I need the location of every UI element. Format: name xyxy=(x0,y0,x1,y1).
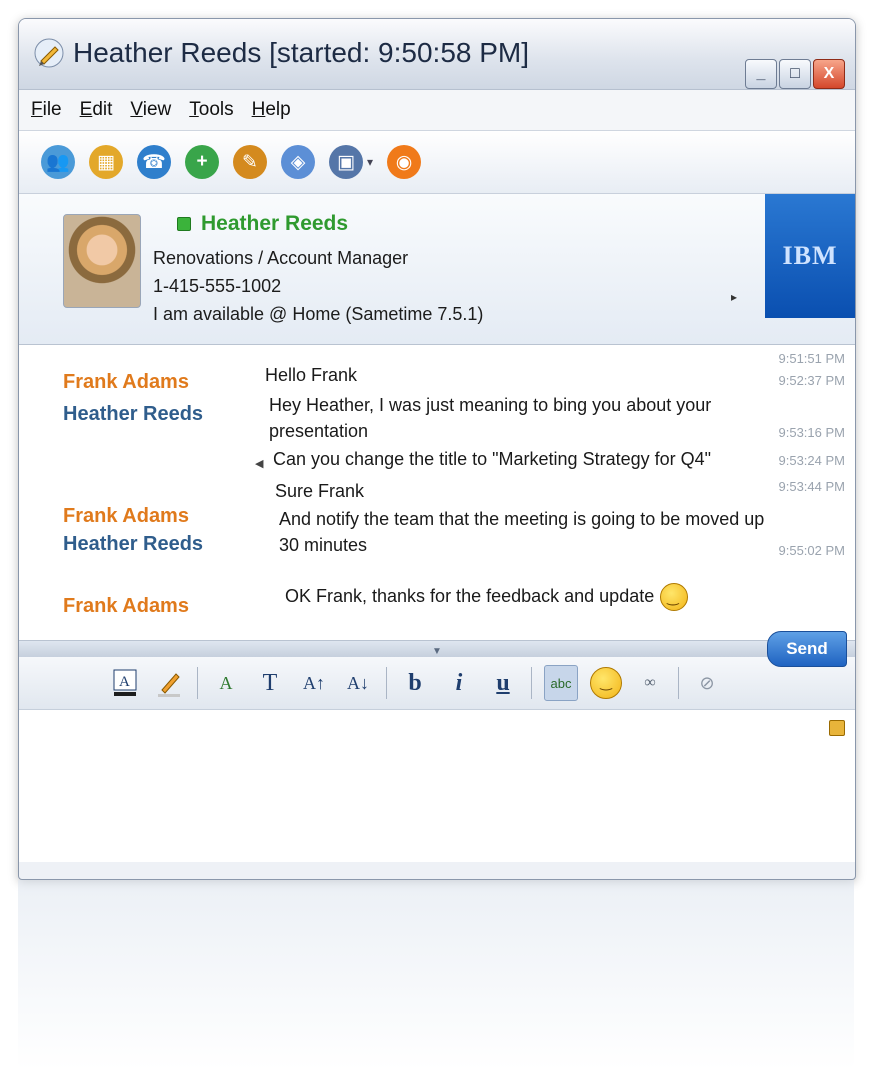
window-title: Heather Reeds [started: 9:50:58 PM] xyxy=(73,37,530,68)
underline-button[interactable]: u xyxy=(487,666,519,700)
message-text: Can you change the title to "Marketing S… xyxy=(273,449,712,469)
expand-arrow-icon[interactable]: ▸ xyxy=(731,290,737,304)
menu-tools[interactable]: Tools xyxy=(189,99,233,121)
emoticon-picker-icon[interactable]: ‿ xyxy=(590,667,622,699)
sender-name: Frank Adams xyxy=(63,595,189,617)
meeting-icon[interactable]: ▦ xyxy=(89,145,123,179)
contacts-icon[interactable]: 👥 xyxy=(41,145,75,179)
contact-name-text: Heather Reeds xyxy=(201,212,349,235)
minimize-button[interactable]: _ xyxy=(745,59,777,89)
close-button[interactable]: X xyxy=(813,59,845,89)
record-icon[interactable]: ◉ xyxy=(387,145,422,179)
timestamp: 9:53:16 PM xyxy=(778,425,846,440)
send-button[interactable]: Send xyxy=(767,631,847,667)
window-reflection xyxy=(18,880,854,1070)
share-icon[interactable]: ✎ xyxy=(233,145,267,179)
ibm-logo: IBM xyxy=(765,194,855,318)
attach-paperclip-icon[interactable]: ⊘ xyxy=(691,666,723,700)
message-text: Hey Heather, I was just meaning to bing … xyxy=(269,395,712,415)
screen-share-icon[interactable]: ▣ xyxy=(329,145,363,179)
contact-card: Heather Reeds Renovations / Account Mana… xyxy=(19,194,855,345)
chat-window: Heather Reeds [started: 9:50:58 PM] _ □ … xyxy=(18,18,856,880)
format-toolbar: Send A A T A↑ A↓ b i u abc ‿ ∞ ⊘ xyxy=(19,631,855,710)
contact-status: I am available @ Home (Sametime 7.5.1) xyxy=(153,304,484,324)
menu-file[interactable]: File xyxy=(31,99,62,121)
toolbar-separator xyxy=(386,667,387,699)
timestamp: 9:53:24 PM xyxy=(778,453,846,468)
highlight-pen-icon[interactable] xyxy=(153,666,185,700)
message-text: OK Frank, thanks for the feedback and up… xyxy=(285,583,689,611)
grow-font-icon[interactable]: A↑ xyxy=(298,666,330,700)
menu-view[interactable]: View xyxy=(130,99,171,121)
toolbar-separator xyxy=(678,667,679,699)
smiley-emoticon-icon xyxy=(660,583,689,611)
link-icon[interactable]: ∞ xyxy=(634,666,666,700)
message-text: Sure Frank xyxy=(275,481,365,501)
message-text-content: OK Frank, thanks for the feedback and up… xyxy=(285,585,655,606)
shrink-font-icon[interactable]: A↓ xyxy=(342,666,374,700)
message-text: Hello Frank xyxy=(265,365,358,385)
timestamp: 9:55:02 PM xyxy=(778,543,846,558)
timestamp: 9:53:44 PM xyxy=(778,479,846,494)
window-controls: _ □ X xyxy=(745,59,845,89)
whiteboard-icon[interactable]: ◈ xyxy=(281,145,315,179)
contact-title: Renovations / Account Manager xyxy=(153,248,409,268)
call-icon[interactable]: ☎ xyxy=(137,145,171,179)
timestamp: 9:51:51 PM xyxy=(778,351,846,366)
message-text: 30 minutes xyxy=(279,535,368,555)
menu-help[interactable]: Help xyxy=(252,99,291,121)
sender-name: Heather Reeds xyxy=(63,533,204,555)
bold-button[interactable]: b xyxy=(399,666,431,700)
menu-edit[interactable]: Edit xyxy=(80,99,113,121)
text-size-button[interactable]: T xyxy=(254,666,286,700)
app-pencil-icon xyxy=(34,38,64,68)
splitter-grip-icon: ▼ xyxy=(432,646,442,657)
pointer-arrow-icon: ◀ xyxy=(255,458,264,470)
sender-name: Heather Reeds xyxy=(63,403,204,425)
lock-icon xyxy=(829,720,845,736)
menu-bar: File Edit View Tools Help xyxy=(19,90,855,131)
add-person-icon[interactable]: + xyxy=(185,145,219,179)
font-face-icon[interactable]: A xyxy=(210,666,242,700)
screen-share-dropdown-icon[interactable]: ▾ xyxy=(367,155,373,169)
italic-button[interactable]: i xyxy=(443,666,475,700)
message-text: presentation xyxy=(269,421,369,441)
sender-name: Frank Adams xyxy=(63,371,189,393)
contact-name: Heather Reeds xyxy=(177,212,348,236)
text-color-icon[interactable]: A xyxy=(109,666,141,700)
spell-check-button[interactable]: abc xyxy=(544,665,578,701)
toolbar: 👥 ▦ ☎ + ✎ ◈ ▣ ▾ ◉ xyxy=(19,131,855,194)
timestamp: 9:52:37 PM xyxy=(778,373,846,388)
pane-splitter[interactable]: ▼ xyxy=(19,641,855,657)
sender-name: Frank Adams xyxy=(63,505,189,527)
message-input[interactable] xyxy=(19,710,855,862)
message-text: And notify the team that the meeting is … xyxy=(279,509,765,529)
svg-text:A: A xyxy=(119,674,130,690)
maximize-button[interactable]: □ xyxy=(779,59,811,89)
chat-transcript: 9:51:51 PM Frank Adams Hello Frank 9:52:… xyxy=(19,345,855,641)
toolbar-separator xyxy=(531,667,532,699)
toolbar-separator xyxy=(197,667,198,699)
title-bar[interactable]: Heather Reeds [started: 9:50:58 PM] _ □ … xyxy=(19,19,855,90)
contact-phone: 1-415-555-1002 xyxy=(153,276,282,296)
avatar xyxy=(63,214,141,308)
online-status-icon xyxy=(177,217,191,232)
